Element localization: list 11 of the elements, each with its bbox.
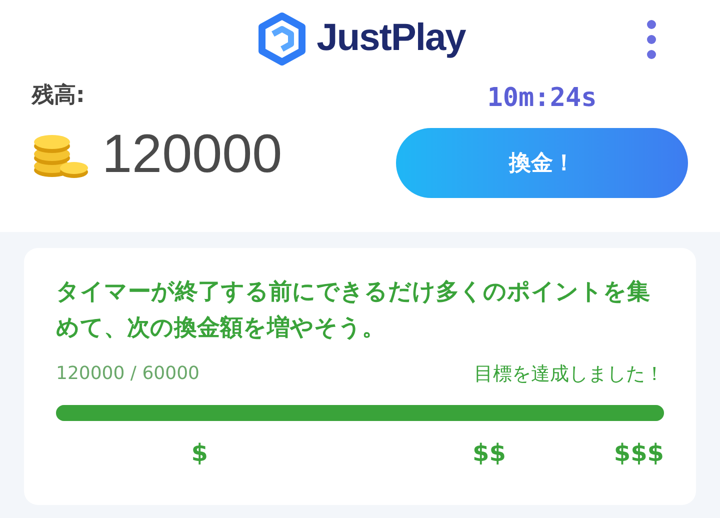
milestone-label: $$$ — [614, 438, 664, 466]
goal-status: 目標を達成しました！ — [474, 362, 664, 387]
goal-message: タイマーが終了する前にできるだけ多くのポイントを集めて、次の換金額を増やそう。 — [56, 278, 651, 343]
balance-label: 残高: — [32, 82, 86, 110]
milestone-label: $$ — [472, 438, 506, 466]
cashout-button[interactable]: 換金！ — [396, 128, 688, 198]
balance-amount: 120000 — [102, 127, 282, 181]
milestone-label: $ — [191, 438, 208, 466]
countdown-timer: 10m:24s — [487, 82, 597, 115]
logo-text: JustPlay — [316, 16, 466, 61]
progress-text: 120000 / 60000 — [56, 362, 200, 386]
